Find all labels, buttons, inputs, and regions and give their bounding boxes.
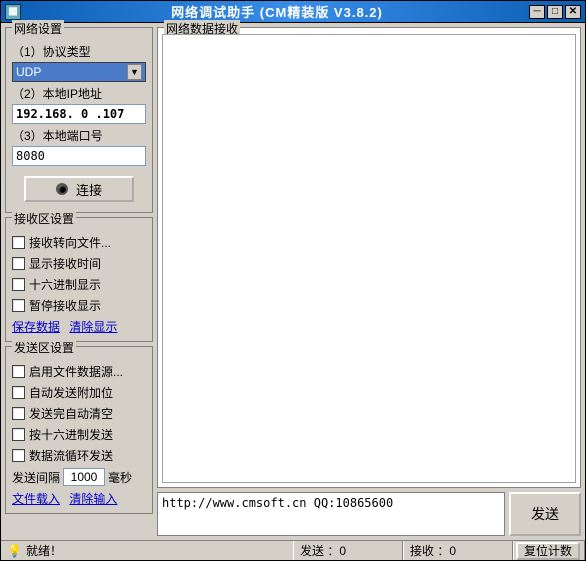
send-opt-0[interactable]: 启用文件数据源... xyxy=(12,363,146,380)
recv-opt-0[interactable]: 接收转向文件... xyxy=(12,234,146,251)
port-input[interactable] xyxy=(12,146,146,166)
checkbox-icon xyxy=(12,449,25,462)
close-button[interactable]: ✕ xyxy=(565,5,581,19)
send-opt-4[interactable]: 数据流循环发送 xyxy=(12,447,146,464)
reset-count-button[interactable]: 复位计数 xyxy=(516,542,580,560)
file-load-link[interactable]: 文件载入 xyxy=(12,492,60,506)
connect-button[interactable]: 连接 xyxy=(24,176,134,202)
recv-settings-group: 接收区设置 接收转向文件... 显示接收时间 十六进制显示 暂停接收显示 保存数… xyxy=(5,217,153,342)
interval-input[interactable] xyxy=(63,468,105,486)
interval-suffix: 毫秒 xyxy=(108,469,132,486)
protocol-select[interactable]: UDP ▼ xyxy=(12,62,146,82)
recv-opt-3[interactable]: 暂停接收显示 xyxy=(12,297,146,314)
chevron-down-icon: ▼ xyxy=(127,64,142,80)
network-settings-legend: 网络设置 xyxy=(12,20,64,37)
interval-prefix: 发送间隔 xyxy=(12,469,60,486)
ip-label: （2）本地IP地址 xyxy=(12,85,146,102)
recv-settings-legend: 接收区设置 xyxy=(12,210,76,227)
send-opt-3[interactable]: 按十六进制发送 xyxy=(12,426,146,443)
minimize-button[interactable]: ─ xyxy=(529,5,545,19)
status-dot-icon xyxy=(56,183,68,195)
port-label: （3）本地端口号 xyxy=(12,127,146,144)
recv-opt-1[interactable]: 显示接收时间 xyxy=(12,255,146,272)
recv-opt-2[interactable]: 十六进制显示 xyxy=(12,276,146,293)
checkbox-icon xyxy=(12,278,25,291)
save-data-link[interactable]: 保存数据 xyxy=(12,320,60,334)
recv-data-group: 网络数据接收 xyxy=(157,27,581,488)
protocol-label: （1）协议类型 xyxy=(12,43,146,60)
checkbox-icon xyxy=(12,407,25,420)
window-controls: ─ □ ✕ xyxy=(529,5,581,19)
checkbox-icon xyxy=(12,365,25,378)
protocol-value: UDP xyxy=(16,65,41,79)
window-title: 网络调试助手 (CM精装版 V3.8.2) xyxy=(25,2,529,21)
bulb-icon: 💡 xyxy=(7,544,22,558)
checkbox-icon xyxy=(12,428,25,441)
status-bar: 💡 就绪！ 发送 ：0 接收 ：0 复位计数 xyxy=(1,540,585,560)
status-tx: 发送 ：0 xyxy=(293,541,403,560)
clear-input-link[interactable]: 清除输入 xyxy=(69,492,117,506)
checkbox-icon xyxy=(12,386,25,399)
send-opt-2[interactable]: 发送完自动清空 xyxy=(12,405,146,422)
clear-display-link[interactable]: 清除显示 xyxy=(69,320,117,334)
app-icon: ▦ xyxy=(5,4,21,20)
interval-row: 发送间隔 毫秒 xyxy=(12,468,146,486)
checkbox-icon xyxy=(12,257,25,270)
send-opt-1[interactable]: 自动发送附加位 xyxy=(12,384,146,401)
network-settings-group: 网络设置 （1）协议类型 UDP ▼ （2）本地IP地址 （3）本地端口号 连接 xyxy=(5,27,153,213)
connect-label: 连接 xyxy=(76,180,102,199)
maximize-button[interactable]: □ xyxy=(547,5,563,19)
checkbox-icon xyxy=(12,299,25,312)
status-rx: 接收 ：0 xyxy=(403,541,513,560)
send-settings-legend: 发送区设置 xyxy=(12,339,76,356)
titlebar: ▦ 网络调试助手 (CM精装版 V3.8.2) ─ □ ✕ xyxy=(1,1,585,23)
send-text-area[interactable]: http://www.cmsoft.cn QQ:10865600 xyxy=(157,492,505,536)
recv-text-area[interactable] xyxy=(162,34,576,483)
status-ready: 💡 就绪！ xyxy=(1,542,293,559)
send-button[interactable]: 发送 xyxy=(509,492,581,536)
send-settings-group: 发送区设置 启用文件数据源... 自动发送附加位 发送完自动清空 按十六进制发送… xyxy=(5,346,153,514)
checkbox-icon xyxy=(12,236,25,249)
ip-input[interactable] xyxy=(12,104,146,124)
